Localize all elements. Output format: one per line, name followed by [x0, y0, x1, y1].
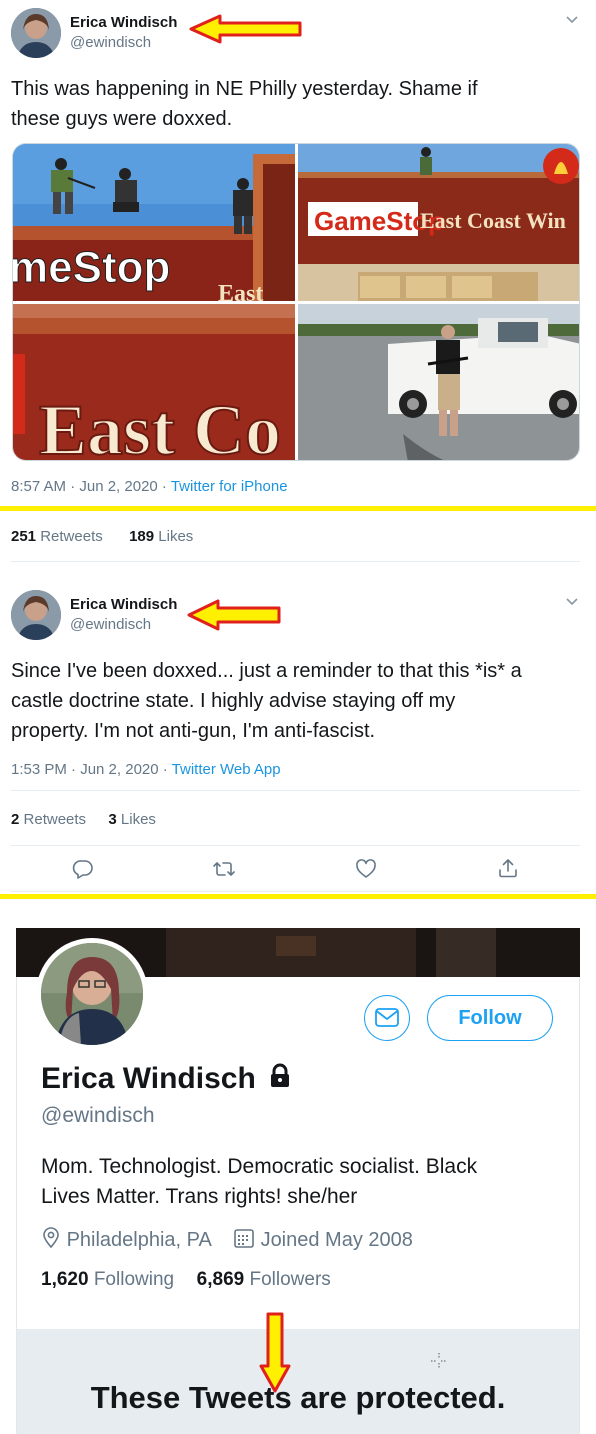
tweet-text-line: This was happening in NE Philly yesterda…	[11, 78, 478, 100]
profile-location: Philadelphia, PA	[41, 1227, 212, 1255]
protected-title: These Tweets are protected.	[90, 1380, 506, 1415]
bio-line: Mom. Technologist. Democratic socialist.…	[41, 1155, 478, 1178]
tweet-text-line: Since I've been doxxed... just a reminde…	[11, 660, 522, 682]
likes-count: 189	[129, 528, 155, 545]
sign-east-coast: East Coast Win	[420, 208, 566, 233]
following-stat[interactable]: 1,620 Following	[41, 1269, 174, 1290]
photo-storefront[interactable]: GameStop East Coast Win	[298, 144, 579, 301]
profile-avatar[interactable]	[36, 938, 148, 1050]
annotation-divider	[0, 506, 596, 511]
likes-count: 3	[108, 811, 117, 828]
photo-grid: meStop East GameStop East Coast Win East…	[12, 143, 580, 461]
share-icon[interactable]	[497, 857, 519, 879]
follow-button[interactable]: Follow	[427, 995, 553, 1041]
timestamp-text[interactable]: 8:57 AM · Jun 2, 2020 ·	[11, 478, 171, 495]
message-button[interactable]	[364, 995, 410, 1041]
source-link[interactable]: Twitter for iPhone	[171, 478, 288, 495]
profile-handle: @ewindisch	[41, 1104, 155, 1127]
envelope-icon	[375, 1008, 399, 1027]
followers-count: 6,869	[196, 1269, 245, 1290]
source-link[interactable]: Twitter Web App	[172, 761, 281, 778]
followers-stat[interactable]: 6,869 Followers	[197, 1269, 331, 1290]
reply-icon[interactable]	[72, 858, 94, 880]
author-handle[interactable]: @ewindisch	[70, 34, 151, 51]
tweet-timestamp: 1:53 PM · Jun 2, 2020 · Twitter Web App	[11, 761, 281, 778]
sign-gamestop: meStop	[13, 243, 170, 292]
retweets-stat[interactable]: 2 Retweets	[11, 811, 86, 828]
likes-label: Likes	[120, 811, 156, 828]
tweet-timestamp: 8:57 AM · Jun 2, 2020 · Twitter for iPho…	[11, 478, 288, 495]
followers-label: Followers	[249, 1269, 331, 1290]
author-handle[interactable]: @ewindisch	[70, 616, 151, 633]
author-name[interactable]: Erica Windisch	[70, 14, 177, 31]
retweet-icon[interactable]	[212, 858, 236, 880]
likes-stat[interactable]: 189 Likes	[129, 528, 193, 545]
profile-joined: Joined May 2008	[233, 1227, 413, 1255]
tweet-text: Since I've been doxxed... just a reminde…	[11, 656, 591, 746]
divider	[11, 891, 580, 892]
tweet-stats: 251 Retweets 189 Likes	[11, 528, 193, 545]
tweet-text: This was happening in NE Philly yesterda…	[11, 74, 586, 134]
avatar[interactable]	[11, 590, 61, 640]
following-label: Following	[93, 1269, 175, 1290]
profile-stats: 1,620 Following 6,869 Followers	[41, 1269, 331, 1291]
tweet-text-line: property. I'm not anti-gun, I'm anti-fas…	[11, 720, 376, 742]
location-text: Philadelphia, PA	[66, 1229, 212, 1251]
photo-armed-man-truck[interactable]	[298, 304, 579, 460]
photo-sign-closeup[interactable]: East Co	[13, 304, 295, 461]
profile-bio: Mom. Technologist. Democratic socialist.…	[41, 1152, 571, 1212]
timestamp-text[interactable]: 1:53 PM · Jun 2, 2020 ·	[11, 761, 172, 778]
author-name[interactable]: Erica Windisch	[70, 596, 177, 613]
profile-name: Erica Windisch	[41, 1062, 292, 1097]
lock-icon	[268, 1063, 292, 1097]
tweet-text-line: these guys were doxxed.	[11, 108, 233, 130]
tweet-stats: 2 Retweets 3 Likes	[11, 811, 156, 828]
retweets-stat[interactable]: 251 Retweets	[11, 528, 103, 545]
chevron-down-icon[interactable]	[565, 12, 579, 29]
retweets-count: 251	[11, 528, 37, 545]
divider	[11, 561, 580, 562]
following-count: 1,620	[41, 1269, 89, 1290]
calendar-icon	[233, 1227, 255, 1255]
divider	[11, 845, 580, 846]
location-icon	[41, 1227, 61, 1255]
likes-stat[interactable]: 3 Likes	[108, 811, 156, 828]
photo-rooftop-men[interactable]: meStop East	[13, 144, 295, 301]
like-icon[interactable]	[355, 858, 377, 880]
tweet-text-line: castle doctrine state. I highly advise s…	[11, 690, 456, 712]
sign-east-big: East Co	[39, 390, 281, 461]
retweets-count: 2	[11, 811, 20, 828]
sign-east: East	[218, 281, 263, 301]
cursor-crosshair-icon	[430, 1352, 448, 1375]
divider	[11, 790, 580, 791]
avatar[interactable]	[11, 8, 61, 58]
retweets-label: Retweets	[23, 811, 87, 828]
likes-label: Likes	[158, 528, 194, 545]
retweets-label: Retweets	[40, 528, 103, 545]
annotation-divider	[0, 894, 596, 899]
profile-name-text: Erica Windisch	[41, 1062, 256, 1095]
joined-text: Joined May 2008	[260, 1229, 413, 1251]
annotation-arrow-icon	[188, 14, 303, 44]
chevron-down-icon[interactable]	[565, 594, 579, 611]
annotation-arrow-icon	[186, 598, 282, 632]
bio-line: Lives Matter. Trans rights! she/her	[41, 1185, 358, 1208]
